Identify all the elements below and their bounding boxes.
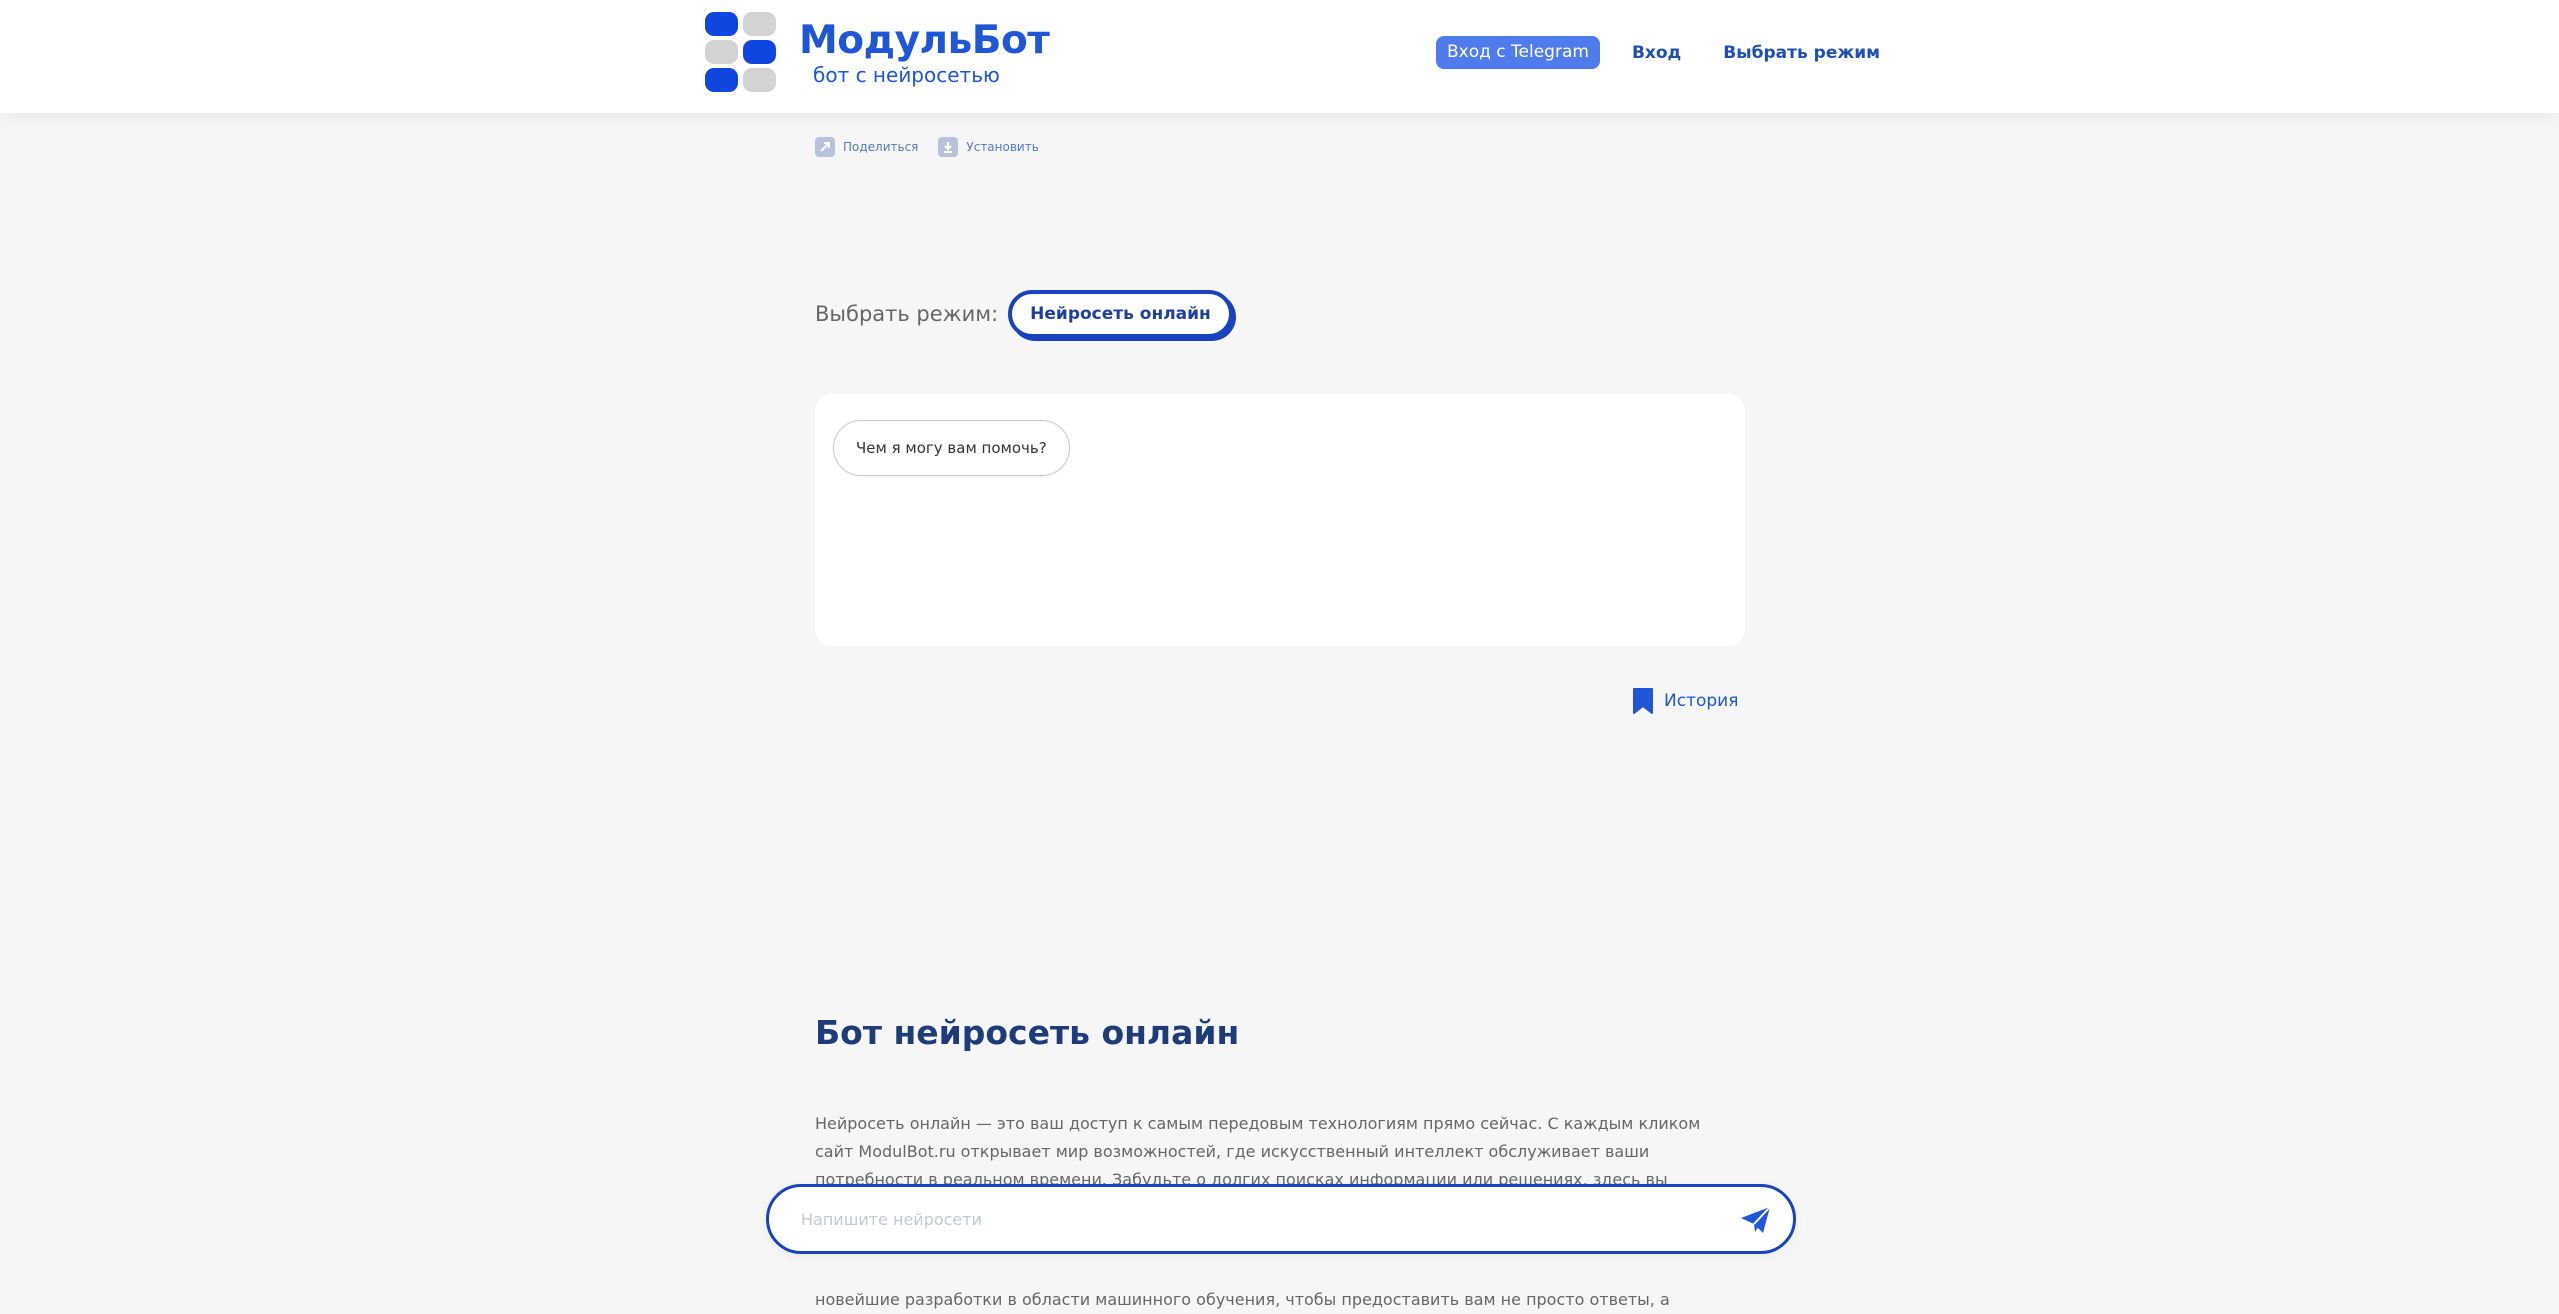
article-paragraph: новейшие разработки в области машинного … [815,1290,1670,1309]
logo-title: МодульБот [799,18,1050,63]
history-button[interactable]: История [1632,687,1738,715]
history-label: История [1664,691,1739,711]
mode-selector: Выбрать режим: Нейросеть онлайн [815,290,1233,338]
login-link[interactable]: Вход [1632,43,1681,63]
bot-message: Чем я могу вам помочь? [833,420,1070,476]
chat-window: Чем я могу вам помочь? [815,394,1745,646]
message-input-bar [766,1184,1796,1254]
top-nav: Вход с Telegram Вход Выбрать режим [1436,36,1880,69]
message-input[interactable] [799,1208,1699,1230]
mode-label: Выбрать режим: [815,302,999,326]
install-label: Установить [966,140,1039,154]
share-label: Поделиться [843,140,919,154]
logo[interactable]: МодульБот бот с нейросетью [705,10,1050,96]
mode-button[interactable]: Нейросеть онлайн [1008,290,1233,338]
site-header: МодульБот бот с нейросетью Вход с Telegr… [0,0,2559,113]
telegram-login-button[interactable]: Вход с Telegram [1436,36,1600,69]
choose-mode-link[interactable]: Выбрать режим [1723,43,1880,63]
article-title: Бот нейросеть онлайн [815,1013,1240,1052]
send-icon[interactable] [1739,1204,1773,1236]
share-button[interactable]: Поделиться [815,137,918,157]
share-icon [815,137,835,157]
logo-icon [705,10,781,96]
logo-subtitle: бот с нейросетью [813,63,1000,87]
download-icon [938,137,959,157]
bookmark-icon [1632,687,1654,715]
install-button[interactable]: Установить [938,137,1039,157]
page-actions: Поделиться Установить [815,137,1059,157]
